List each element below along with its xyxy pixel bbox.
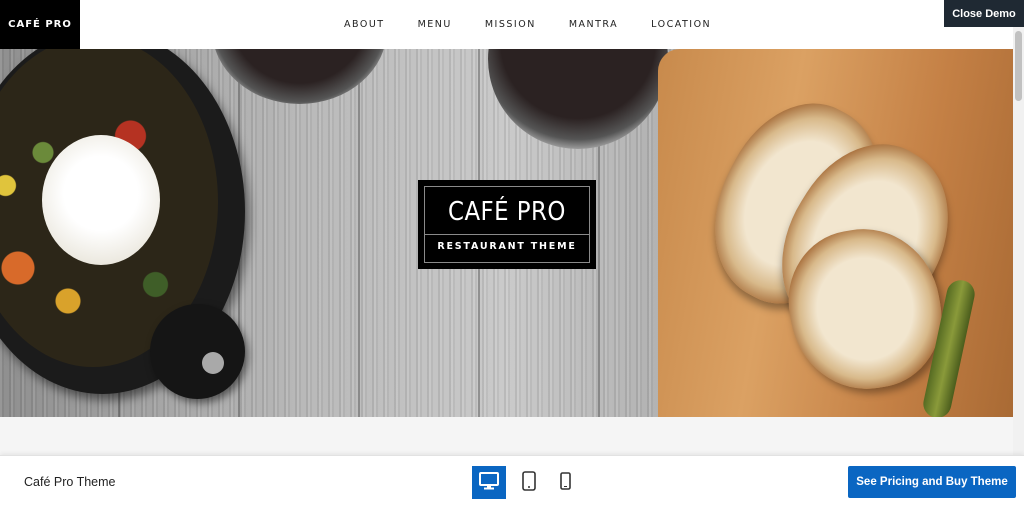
hero-banner: CAFÉ PRO RESTAURANT THEME (0, 49, 1013, 417)
mobile-icon (559, 472, 571, 493)
poached-egg (42, 135, 160, 265)
site-header: CAFÉ PRO ABOUT MENU MISSION MANTRA LOCAT… (0, 0, 1024, 49)
hero-title: CAFÉ PRO (448, 197, 566, 227)
device-switcher (472, 466, 582, 499)
nav-item-about[interactable]: ABOUT (328, 19, 402, 30)
theme-name: Café Pro Theme (24, 475, 116, 489)
demo-toolbar: Café Pro Theme See Pricing and Buy Theme (0, 455, 1024, 507)
content-area (0, 417, 1013, 455)
site-logo[interactable]: CAFÉ PRO (0, 0, 80, 49)
page-scrollbar[interactable] (1013, 27, 1024, 455)
buy-theme-button[interactable]: See Pricing and Buy Theme (848, 466, 1016, 498)
mobile-view-button[interactable] (548, 466, 582, 499)
desktop-icon (479, 472, 499, 493)
close-demo-button[interactable]: Close Demo (944, 0, 1024, 27)
nav-item-location[interactable]: LOCATION (635, 19, 727, 30)
nav-item-mission[interactable]: MISSION (469, 19, 553, 30)
desktop-view-button[interactable] (472, 466, 506, 499)
scrollbar-thumb[interactable] (1015, 31, 1022, 101)
nav-item-mantra[interactable]: MANTRA (553, 19, 635, 30)
nav-item-menu[interactable]: MENU (402, 19, 469, 30)
tablet-icon (522, 471, 536, 494)
skillet-handle (150, 304, 245, 399)
hero-subtitle: RESTAURANT THEME (437, 241, 577, 252)
tablet-view-button[interactable] (512, 466, 546, 499)
main-nav: ABOUT MENU MISSION MANTRA LOCATION (328, 0, 727, 49)
brand-divider (425, 234, 589, 235)
brand-frame: CAFÉ PRO RESTAURANT THEME (424, 186, 590, 263)
hero-brand-box: CAFÉ PRO RESTAURANT THEME (418, 180, 596, 269)
